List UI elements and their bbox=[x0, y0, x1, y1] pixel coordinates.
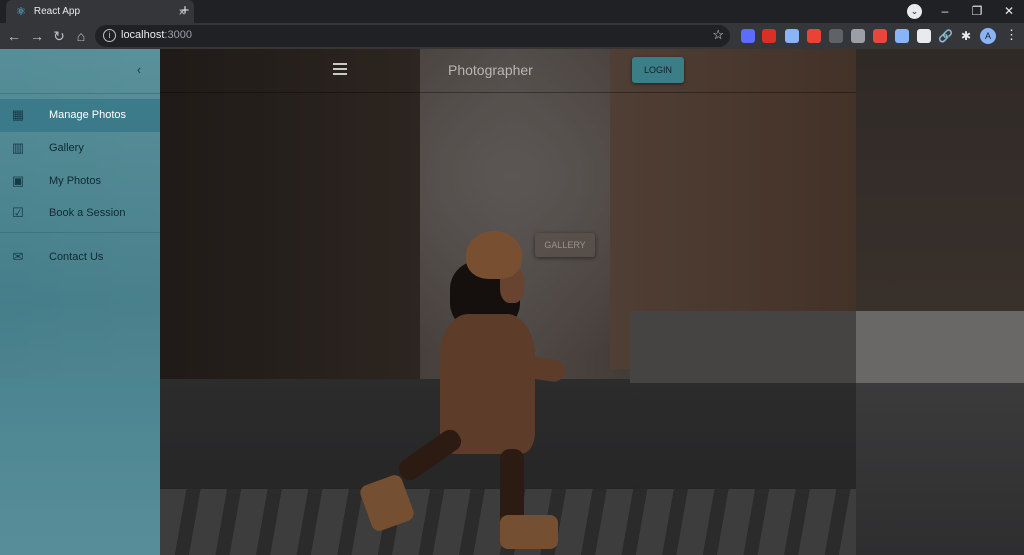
hero-overlay bbox=[160, 49, 856, 555]
url-port: :3000 bbox=[164, 29, 192, 41]
maximize-button[interactable]: ❐ bbox=[960, 0, 994, 23]
url-host: localhost bbox=[121, 29, 165, 41]
extension-icon[interactable] bbox=[741, 29, 755, 43]
app-title: Photographer bbox=[448, 62, 533, 78]
extension-icon[interactable] bbox=[895, 29, 909, 43]
browser-tab[interactable]: ⚛ React App × bbox=[6, 0, 194, 23]
address-bar[interactable]: i localhost:3000 ☆ bbox=[95, 25, 730, 47]
avatar[interactable]: A bbox=[980, 28, 996, 44]
calendar-check-icon: ☑ bbox=[12, 205, 24, 220]
sidebar-item-label: Book a Session bbox=[49, 207, 126, 219]
react-icon: ⚛ bbox=[16, 6, 26, 18]
sidebar-divider bbox=[0, 93, 160, 94]
window-close-button[interactable]: ✕ bbox=[992, 0, 1024, 23]
extension-icon[interactable] bbox=[851, 29, 865, 43]
sidebar-item-gallery[interactable]: ▥ Gallery bbox=[0, 132, 160, 165]
sidebar-item-manage-photos[interactable]: ▦ Manage Photos bbox=[0, 99, 160, 132]
gallery-button[interactable]: GALLERY bbox=[535, 233, 595, 257]
reload-icon[interactable]: ↻ bbox=[49, 26, 69, 46]
sidebar-item-book-a-session[interactable]: ☑ Book a Session bbox=[0, 197, 160, 230]
hero-background-repeat bbox=[856, 49, 1024, 555]
puzzle-icon[interactable]: ✱ bbox=[959, 29, 973, 43]
film-icon: ▥ bbox=[11, 140, 25, 155]
extension-icon[interactable] bbox=[873, 29, 887, 43]
new-tab-button[interactable]: + bbox=[176, 2, 194, 20]
url-text[interactable]: localhost:3000 bbox=[121, 29, 192, 41]
hamburger-menu-icon[interactable] bbox=[333, 63, 347, 75]
extension-icon[interactable] bbox=[917, 29, 931, 43]
more-vertical-icon[interactable]: ⋮ bbox=[1005, 27, 1018, 43]
arrow-left-icon[interactable]: ← bbox=[4, 26, 24, 46]
sidebar-item-contact-us[interactable]: ✉ Contact Us bbox=[0, 241, 160, 274]
sidebar-divider bbox=[0, 232, 160, 233]
mail-icon: ✉ bbox=[12, 249, 24, 264]
sidebar-item-label: Gallery bbox=[49, 142, 84, 154]
dashboard-icon: ▦ bbox=[11, 107, 25, 122]
sidebar-drawer: ‹ ▦ Manage Photos ▥ Gallery ▣ My Photos … bbox=[0, 49, 160, 555]
sidebar-item-label: Manage Photos bbox=[49, 109, 127, 121]
home-icon[interactable]: ⌂ bbox=[71, 26, 91, 46]
info-icon[interactable]: i bbox=[103, 29, 116, 42]
extension-icon[interactable] bbox=[807, 29, 821, 43]
browser-toolbar: ← → ↻ ⌂ i localhost:3000 ☆ bbox=[0, 23, 1024, 49]
sidebar-item-label: Contact Us bbox=[49, 251, 104, 263]
login-button[interactable]: LOGIN bbox=[632, 57, 684, 83]
chevron-left-icon[interactable]: ‹ bbox=[132, 62, 146, 77]
extension-icon[interactable] bbox=[829, 29, 843, 43]
tab-title: React App bbox=[33, 6, 81, 17]
app-page: Photographer LOGIN GALLERY ‹ ▦ Manage Ph… bbox=[0, 49, 1024, 555]
link-icon[interactable]: 🔗 bbox=[938, 29, 953, 43]
star-icon[interactable]: ☆ bbox=[712, 27, 724, 43]
minimize-button[interactable]: – bbox=[928, 0, 962, 23]
browser-tabstrip: ⚛ React App × + ⌄ – ❐ ✕ bbox=[0, 0, 1024, 23]
app-header: Photographer LOGIN bbox=[160, 49, 856, 93]
sidebar-item-label: My Photos bbox=[49, 175, 101, 187]
extension-icon[interactable] bbox=[762, 29, 776, 43]
hero-planter bbox=[856, 311, 1024, 383]
tab-search-icon[interactable]: ⌄ bbox=[907, 4, 922, 19]
sidebar-item-my-photos[interactable]: ▣ My Photos bbox=[0, 165, 160, 198]
portrait-icon: ▣ bbox=[11, 173, 25, 188]
extension-icon[interactable] bbox=[785, 29, 799, 43]
arrow-right-icon[interactable]: → bbox=[27, 26, 47, 46]
